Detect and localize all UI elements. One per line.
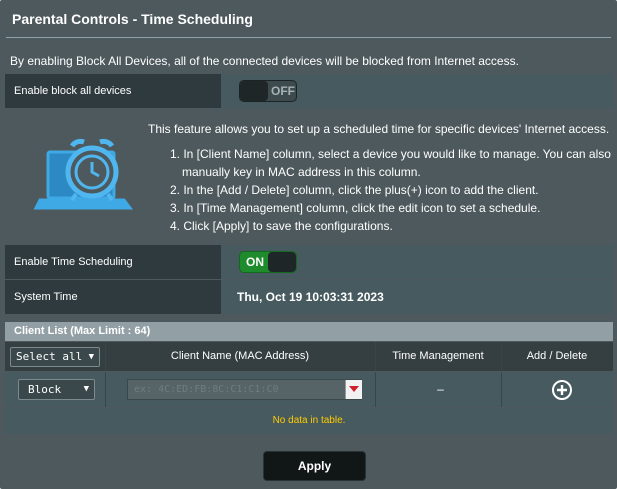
step-1-continued: manually key in MAC address in this colu… [182, 165, 421, 179]
chevron-down-icon: ▼ [88, 352, 94, 362]
client-dropdown-button[interactable] [345, 380, 362, 399]
time-scheduling-toggle[interactable]: ON [239, 251, 297, 273]
client-list-title: Client List (Max Limit : 64) [5, 322, 613, 341]
add-client-plus-icon[interactable] [551, 379, 573, 401]
info-heading: This feature allows you to set up a sche… [148, 122, 610, 136]
mac-address-input[interactable]: ex: 4C:ED:FB:8C:C1:C1:C0 [127, 379, 362, 400]
block-all-label: Enable block all devices [5, 74, 221, 108]
time-scheduling-row: Enable Time Scheduling ON [5, 245, 613, 279]
toggle-knob [240, 81, 268, 101]
step-3: 3. In [Time Management] column, click th… [170, 201, 541, 215]
system-time-value: Thu, Oct 19 10:03:31 2023 [237, 290, 384, 304]
page-title: Parental Controls - Time Scheduling [12, 11, 253, 27]
column-divider [375, 372, 376, 407]
client-table-header: Select all ▼ Client Name (MAC Address) T… [5, 342, 613, 371]
select-all-label: Select all [16, 350, 83, 363]
title-divider [6, 37, 611, 38]
column-header-client-name: Client Name (MAC Address) [170, 350, 310, 362]
block-all-toggle[interactable]: OFF [239, 80, 297, 102]
parental-controls-panel: Parental Controls - Time Scheduling By e… [0, 0, 617, 489]
column-header-add-delete: Add / Delete [526, 350, 588, 362]
column-divider [501, 372, 502, 407]
toggle-state-text: ON [246, 255, 264, 269]
system-time-label: System Time [5, 280, 221, 314]
client-input-row: Block ▼ ex: 4C:ED:FB:8C:C1:C1:C0 – [5, 372, 613, 407]
page-description: By enabling Block All Devices, all of th… [10, 54, 519, 68]
time-scheduling-label: Enable Time Scheduling [5, 245, 221, 279]
apply-button[interactable]: Apply [263, 451, 366, 481]
instruction-steps: 1. In [Client Name] column, select a dev… [170, 145, 611, 235]
time-management-value: – [437, 382, 444, 396]
block-mode-dropdown[interactable]: Block ▼ [18, 379, 95, 400]
alarm-clock-laptop-icon [33, 138, 133, 210]
toggle-knob [268, 252, 296, 272]
block-all-row: Enable block all devices OFF [5, 74, 613, 108]
step-2: 2. In the [Add / Delete] column, click t… [170, 183, 539, 197]
empty-table-message: No data in table. [5, 408, 613, 434]
step-1: 1. In [Client Name] column, select a dev… [170, 147, 611, 161]
select-all-dropdown[interactable]: Select all ▼ [10, 347, 100, 367]
column-divider [105, 372, 106, 407]
toggle-state-text: OFF [271, 84, 295, 98]
step-4: 4. Click [Apply] to save the configurati… [170, 219, 393, 233]
chevron-down-icon: ▼ [83, 384, 89, 394]
column-header-time-management: Time Management [392, 350, 484, 362]
system-time-row: System Time Thu, Oct 19 10:03:31 2023 [5, 280, 613, 314]
block-mode-label: Block [28, 383, 62, 396]
